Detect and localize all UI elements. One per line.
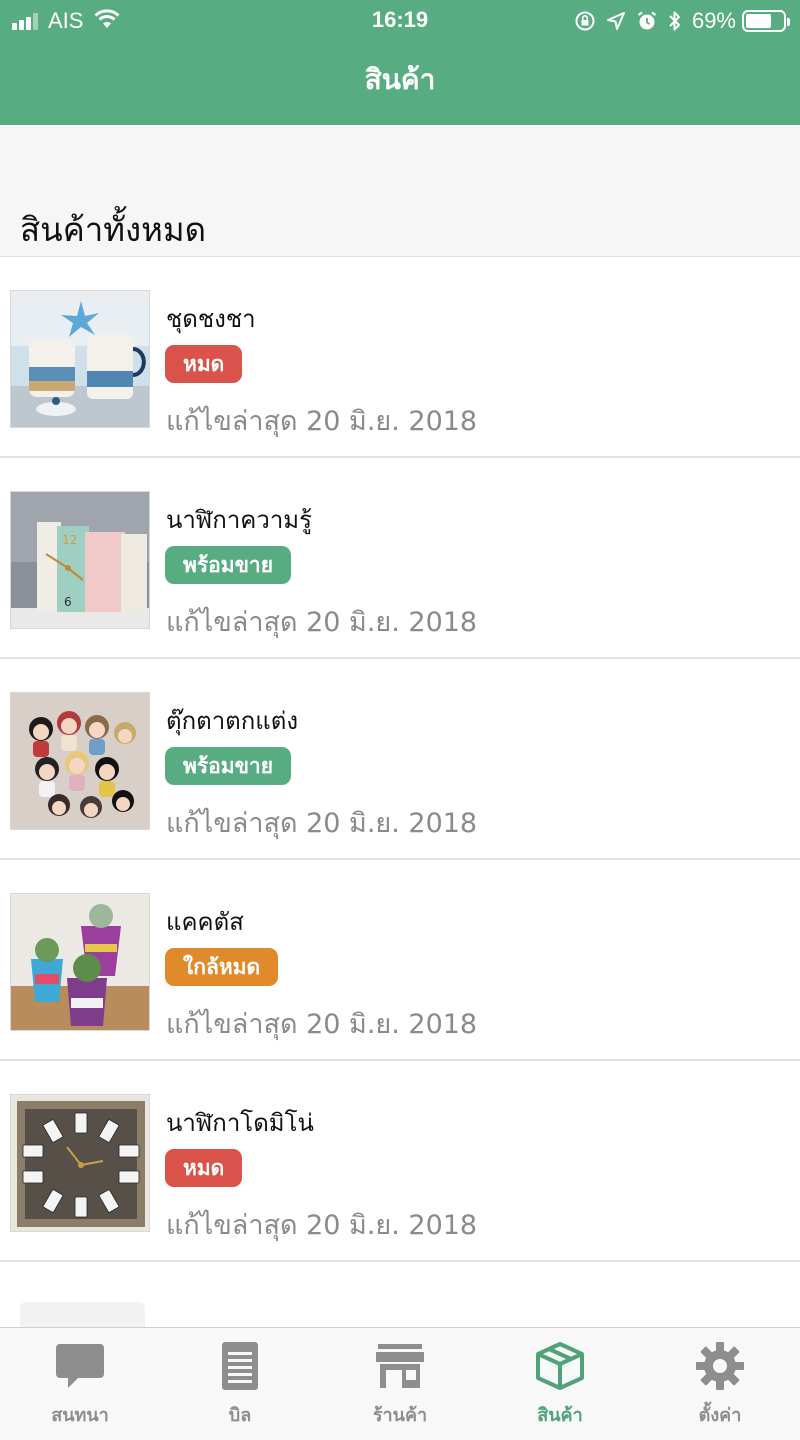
tab-label: ร้านค้า: [372, 1405, 428, 1426]
svg-text:12: 12: [62, 533, 77, 547]
status-badge: หมด: [165, 345, 243, 383]
gear-icon: [694, 1340, 746, 1392]
product-name: ชุดชงชา: [166, 305, 256, 333]
tab-label: ตั้งค่า: [698, 1405, 742, 1426]
location-icon: [606, 11, 626, 31]
tea-set-photo: [10, 290, 150, 428]
section-title: สินค้าทั้งหมด: [20, 210, 207, 249]
product-row[interactable]: ตุ๊กตาตกแต่ง พร้อมขาย แก้ไขล่าสุด 20 มิ.…: [0, 659, 800, 860]
tab-bar: สนทนา บิล ร้านค้า สินค้า ตั้งค่า: [0, 1327, 800, 1440]
tab-settings[interactable]: ตั้งค่า: [640, 1328, 800, 1440]
orientation-lock-icon: [574, 10, 596, 32]
page-title: สินค้า: [364, 63, 436, 96]
book-clock-photo: 12 6: [10, 491, 150, 629]
status-badge: ใกล้หมด: [165, 948, 279, 986]
last-updated: แก้ไขล่าสุด 20 มิ.ย. 2018: [166, 406, 478, 437]
product-name: แคคตัส: [166, 908, 244, 936]
cactus-photo: [10, 893, 150, 1031]
product-name: นาฬิกาความรู้: [166, 506, 313, 534]
status-badge: พร้อมขาย: [165, 747, 292, 785]
box-icon: [534, 1340, 586, 1392]
battery-icon: [742, 10, 790, 32]
tab-bill[interactable]: บิล: [160, 1328, 320, 1440]
product-row[interactable]: นาฬิกาโดมิโน่ หมด แก้ไขล่าสุด 20 มิ.ย. 2…: [0, 1061, 800, 1262]
last-updated: แก้ไขล่าสุด 20 มิ.ย. 2018: [166, 808, 478, 839]
status-badge: หมด: [165, 1149, 243, 1187]
dolls-photo: [10, 692, 150, 830]
product-name: นาฬิกาโดมิโน่: [166, 1109, 314, 1137]
last-updated: แก้ไขล่าสุด 20 มิ.ย. 2018: [166, 1210, 478, 1241]
svg-text:6: 6: [64, 595, 72, 609]
tab-store[interactable]: ร้านค้า: [320, 1328, 480, 1440]
last-updated: แก้ไขล่าสุด 20 มิ.ย. 2018: [166, 1009, 478, 1040]
product-row-partial[interactable]: [0, 1262, 800, 1342]
product-row[interactable]: แคคตัส ใกล้หมด แก้ไขล่าสุด 20 มิ.ย. 2018: [0, 860, 800, 1061]
status-bar: AIS 16:19 69%: [0, 0, 800, 40]
tab-products[interactable]: สินค้า: [480, 1328, 640, 1440]
last-updated: แก้ไขล่าสุด 20 มิ.ย. 2018: [166, 607, 478, 638]
status-badge: พร้อมขาย: [165, 546, 292, 584]
tab-label: สนทนา: [51, 1405, 109, 1426]
store-icon: [374, 1340, 426, 1392]
tab-label: สินค้า: [537, 1405, 583, 1426]
bill-icon: [214, 1340, 266, 1392]
domino-clock-photo: [10, 1094, 150, 1232]
tab-label: บิล: [228, 1405, 252, 1426]
bluetooth-icon: [668, 10, 682, 32]
alarm-icon: [636, 10, 658, 32]
product-name: ตุ๊กตาตกแต่ง: [166, 707, 299, 735]
product-row[interactable]: 12 6 นาฬิกาความรู้ พร้อมขาย แก้ไขล่าสุด …: [0, 458, 800, 659]
section-header: สินค้าทั้งหมด: [0, 125, 800, 257]
product-list: ชุดชงชา หมด แก้ไขล่าสุด 20 มิ.ย. 2018 12…: [0, 257, 800, 1342]
tab-chat[interactable]: สนทนา: [0, 1328, 160, 1440]
top-bar: AIS 16:19 69% สินค้า: [0, 0, 800, 125]
battery-percent: 69%: [691, 8, 736, 33]
product-row[interactable]: ชุดชงชา หมด แก้ไขล่าสุด 20 มิ.ย. 2018: [0, 257, 800, 458]
chat-icon: [54, 1340, 106, 1392]
